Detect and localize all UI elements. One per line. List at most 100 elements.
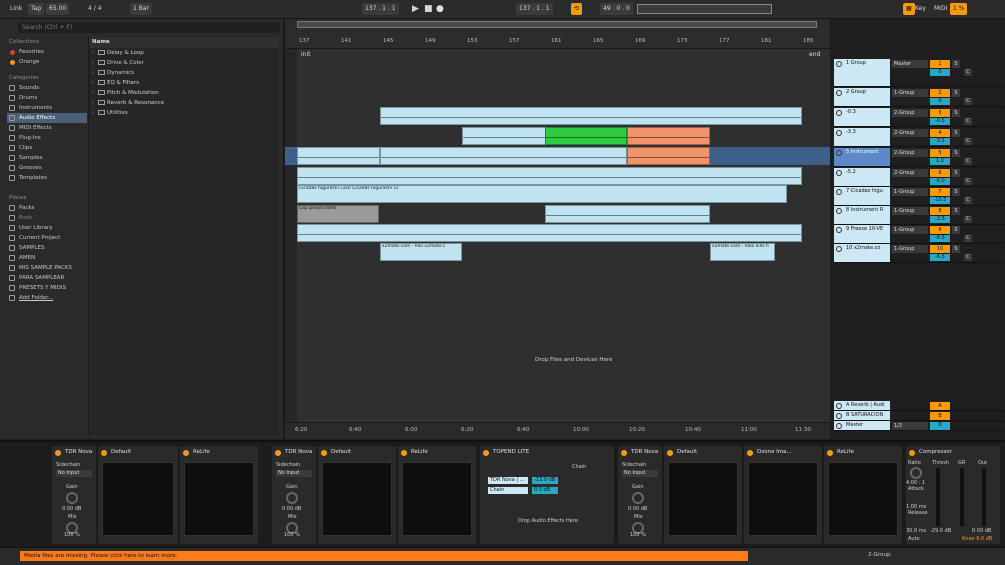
pan-center[interactable]: C [964, 158, 972, 165]
track-10-x2mate[interactable]: 10 x2mate.co 1-Group 10 -6.5 S C [834, 244, 1004, 263]
stop-icon[interactable]: ■ [424, 3, 433, 15]
missing-media-message[interactable]: Media files are missing. Please click he… [20, 551, 748, 561]
folder-pitch-modulation[interactable]: Pitch & Modulation [89, 88, 278, 98]
device-tdr-nova[interactable]: TDR Nova Sidechain No Input Gain 0.00 dB… [618, 446, 662, 544]
track-activator[interactable]: 10 [930, 245, 950, 253]
track-header[interactable]: -0.3 [834, 108, 890, 126]
power-icon[interactable] [55, 450, 61, 456]
volume-field[interactable]: -3.5 [930, 138, 950, 145]
track-activator[interactable]: 8 [930, 207, 950, 215]
track-activator[interactable]: A [930, 402, 950, 410]
master-track[interactable]: Master 1/2 0 [834, 421, 1004, 431]
solo-button[interactable]: S [952, 207, 960, 215]
ratio-knob[interactable] [910, 467, 922, 479]
plugin-display[interactable] [322, 462, 392, 536]
place-packs[interactable]: Packs [7, 203, 87, 213]
volume-field[interactable]: -10.5 [930, 197, 950, 204]
plugin-display[interactable] [828, 462, 898, 536]
plugin-display[interactable] [748, 462, 818, 536]
volume-field[interactable]: 1.0 [930, 158, 950, 165]
input-select[interactable]: No Input [622, 470, 658, 477]
track-header[interactable]: 1 Group [834, 59, 890, 86]
power-icon[interactable] [321, 450, 327, 456]
locator-end[interactable]: end [809, 51, 820, 58]
input-select[interactable]: No Input [276, 470, 312, 477]
fold-icon[interactable] [836, 110, 842, 116]
solo-button[interactable]: S [952, 89, 960, 97]
midi-button[interactable]: MIDI [934, 3, 947, 15]
plugin-display[interactable] [402, 462, 472, 536]
volume-field[interactable]: 0 [930, 69, 950, 76]
track-activator[interactable]: 6 [930, 169, 950, 177]
place-presets-y-midis[interactable]: PRESETS Y MIDIS [7, 283, 87, 293]
device-tdr-nova[interactable]: TDR Nova Sidechain No Input Gain 0.00 dB… [272, 446, 316, 544]
fold-icon[interactable] [836, 61, 842, 67]
track-8-instrument[interactable]: 8 Instrument R 1-Group 8 -3.5 S C [834, 206, 1004, 225]
track-9-freeze[interactable]: 9 Freeze 10-VE 1-Group 9 -6.5 S C [834, 225, 1004, 244]
plugin-display[interactable] [184, 462, 254, 536]
output-route[interactable]: 2-Group [892, 169, 928, 177]
clip-orange[interactable] [627, 147, 710, 165]
tempo-field[interactable]: 65.00 [46, 3, 70, 15]
track-3[interactable]: -0.3 2-Group 3 -0.5 S C [834, 108, 1004, 127]
output-route[interactable]: Master [892, 60, 928, 68]
place-amen[interactable]: AMEN [7, 253, 87, 263]
return-b-saturacion[interactable]: B SATURACION B [834, 411, 1004, 421]
return-a-reverb[interactable]: A Reverb | Audi A [834, 401, 1004, 411]
device-default[interactable]: Default [318, 446, 396, 544]
loop-length-field[interactable]: 49 . 0 . 0 [600, 3, 633, 15]
pan-center[interactable]: C [964, 138, 972, 145]
category-instruments[interactable]: Instruments [7, 103, 87, 113]
output-route[interactable]: 2-Group [892, 109, 928, 117]
clip-orange[interactable] [627, 127, 710, 145]
track-lanes[interactable]: init end Cicadas higurashi (320 Cicadas … [285, 49, 830, 422]
fold-icon[interactable] [836, 189, 842, 195]
clip-cicadas[interactable]: Cicadas higurashi (320 Cicadas higurashi… [297, 185, 787, 203]
plugin-display[interactable] [668, 462, 738, 536]
clip-blue[interactable] [297, 167, 802, 185]
pan-center[interactable]: C [964, 178, 972, 185]
power-icon[interactable] [401, 450, 407, 456]
fold-icon[interactable] [836, 413, 842, 419]
power-icon[interactable] [275, 450, 281, 456]
collection-favorites[interactable]: Favorites [7, 47, 87, 57]
locator-init[interactable]: init [301, 51, 311, 58]
time-ruler[interactable]: 6:20 6:40 6:00 6:20 6:40 10:00 10:20 10:… [285, 422, 830, 439]
place-para-samplear[interactable]: PARA SAMPLEAR [7, 273, 87, 283]
track-activator[interactable]: 4 [930, 129, 950, 137]
clip-blue[interactable] [380, 147, 627, 165]
track-header[interactable]: 2 Group [834, 88, 890, 106]
device-relife[interactable]: ReLife [824, 446, 902, 544]
place-mis-sample-packs[interactable]: MIS SAMPLE PACKS [7, 263, 87, 273]
category-grooves[interactable]: Grooves [7, 163, 87, 173]
solo-button[interactable]: S [952, 129, 960, 137]
device-ozone-imager[interactable]: Ozone Ima... [744, 446, 822, 544]
category-plugins[interactable]: Plug-Ins [7, 133, 87, 143]
device-default[interactable]: Default [98, 446, 178, 544]
clip-blue[interactable] [545, 205, 710, 223]
device-default[interactable]: Default [664, 446, 742, 544]
fold-icon[interactable] [836, 90, 842, 96]
search-input[interactable]: Search (Ctrl + F) [18, 22, 280, 33]
track-header[interactable]: 8 Instrument R [834, 206, 890, 224]
volume-field[interactable]: -6.5 [930, 254, 950, 261]
key-button[interactable]: Key [915, 3, 926, 15]
volume-field[interactable]: 0 [930, 98, 950, 105]
fold-icon[interactable] [836, 130, 842, 136]
track-1-group[interactable]: 1 Group Master 1 0 S C [834, 59, 1004, 87]
track-activator[interactable]: 3 [930, 109, 950, 117]
add-folder-link[interactable]: Add Folder... [7, 293, 87, 303]
volume-field[interactable]: -6.5 [930, 235, 950, 242]
volume-field[interactable]: -6.0 [930, 178, 950, 185]
category-clips[interactable]: Clips [7, 143, 87, 153]
track-header[interactable]: 9 Freeze 10-VE [834, 225, 890, 243]
pan-center[interactable]: C [964, 216, 972, 223]
category-midi-effects[interactable]: MIDI Effects [7, 123, 87, 133]
loop-start-field[interactable]: 137 . 1 . 1 [516, 3, 553, 15]
pan-center[interactable]: C [964, 69, 972, 76]
solo-button[interactable]: S [952, 169, 960, 177]
category-templates[interactable]: Templates [7, 173, 87, 183]
track-header[interactable]: 7 Cicadas higu [834, 187, 890, 205]
clip-blue[interactable] [380, 107, 802, 125]
pan-center[interactable]: C [964, 235, 972, 242]
